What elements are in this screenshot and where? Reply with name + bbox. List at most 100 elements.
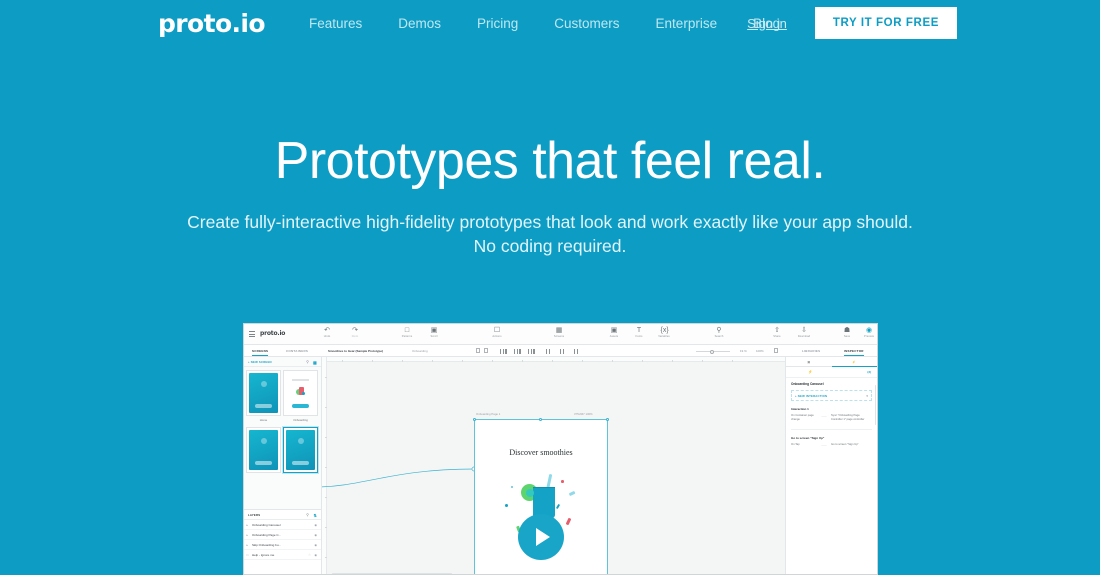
- inspector-tab-interactions[interactable]: ⚡: [831, 357, 878, 367]
- device-frame[interactable]: Discover smoothies: [473, 418, 609, 574]
- square-icon: □: [246, 553, 249, 557]
- screen-thumb-3[interactable]: [246, 427, 281, 478]
- horizontal-ruler: [322, 357, 785, 362]
- nav-item-features[interactable]: Features: [309, 16, 362, 31]
- chevron-right-icon[interactable]: ▸: [247, 543, 249, 547]
- layer-label: Skip Onboarding bu...: [252, 543, 282, 547]
- eye-icon[interactable]: ◉: [314, 543, 317, 547]
- interaction-trigger: On Tap: [791, 442, 800, 446]
- inspector-title: Onboarding Carousel: [791, 382, 824, 386]
- nav-item-demos[interactable]: Demos: [398, 16, 441, 31]
- toolbar-patterns[interactable]: □ Patterns: [392, 327, 422, 338]
- align-right-icon[interactable]: [528, 348, 535, 354]
- chevron-right-icon[interactable]: ▸: [247, 533, 249, 537]
- toolbar-patterns-label: Patterns: [401, 335, 413, 338]
- inspector-scrollbar[interactable]: [874, 385, 876, 425]
- eye-icon[interactable]: ◉: [314, 533, 317, 537]
- menu-icon[interactable]: [249, 331, 255, 339]
- screen-thumb-4[interactable]: [283, 427, 318, 478]
- inspector-tabs: ▣ ⚡: [786, 357, 877, 367]
- new-screen-label: + NEW SCREEN: [248, 360, 272, 364]
- chevron-right-icon[interactable]: ▸: [247, 523, 249, 527]
- zoom-fit-label[interactable]: Fit %: [740, 349, 747, 353]
- screen-preview: [249, 373, 278, 413]
- toolbar-variables[interactable]: {x} Variables: [649, 327, 679, 338]
- transform-icon[interactable]: [476, 348, 480, 353]
- vertical-ruler: [322, 357, 327, 574]
- arrow-icon: ——: [821, 415, 827, 418]
- resize-handle-tc[interactable]: [539, 418, 542, 421]
- zoom-slider[interactable]: [696, 349, 730, 354]
- layer-item[interactable]: □ Help - Ignore me ☉ ◉: [244, 550, 321, 560]
- search-icon[interactable]: ⚲: [306, 360, 309, 364]
- proto-io-logo[interactable]: proto.io: [158, 11, 266, 36]
- tab-libraries[interactable]: LIBRARIES: [802, 349, 820, 353]
- interaction-action: Go to screen "Sign Up": [831, 442, 859, 446]
- grid-view-icon[interactable]: ▦: [313, 360, 317, 365]
- screen-thumb-onboarding[interactable]: Onboarding: [283, 370, 318, 425]
- nav-item-enterprise[interactable]: Enterprise: [656, 16, 718, 31]
- actions-icon: ☐: [493, 327, 501, 334]
- distribute-even-icon[interactable]: [574, 348, 578, 354]
- editor-canvas[interactable]: Onboarding Page 1 375x667 100% Discover …: [322, 357, 785, 574]
- inspector-tab-style[interactable]: ▣: [786, 357, 832, 366]
- canvas-scrollbar[interactable]: [332, 572, 452, 574]
- toolbar-download-label: Download: [797, 335, 811, 338]
- zoom-level-label[interactable]: 100%: [756, 349, 764, 353]
- new-screen-button[interactable]: + NEW SCREEN ⚲ ▦: [244, 357, 321, 367]
- eye-icon[interactable]: ◉: [314, 523, 317, 527]
- patterns-icon: □: [404, 327, 410, 334]
- eye-icon[interactable]: ◉: [314, 553, 317, 557]
- layer-item[interactable]: ▸ Onboarding Page C... ◉: [244, 530, 321, 540]
- sort-icon[interactable]: ⇅: [313, 513, 317, 518]
- toolbar-preview[interactable]: ◉ Preview: [854, 327, 877, 338]
- new-interaction-button[interactable]: + NEW INTERACTION ▾: [791, 390, 872, 401]
- layers-header: LAYERS ⚲ ⇅: [244, 510, 321, 520]
- toolbar-variables-label: Variables: [658, 335, 670, 338]
- lime-inner-shape: [526, 489, 534, 497]
- toolbar-actions-label: Actions: [492, 335, 502, 338]
- zoom-slider-knob[interactable]: [710, 349, 714, 354]
- toolbar-redo[interactable]: ↷ Redo: [340, 327, 370, 338]
- toolbar-screens[interactable]: ▦ Screens: [544, 327, 574, 338]
- tab-screens[interactable]: SCREENS: [252, 349, 269, 356]
- zoom-reset-icon[interactable]: [774, 348, 778, 353]
- resize-handle-tr[interactable]: [606, 418, 609, 421]
- undo-icon: ↶: [324, 327, 330, 334]
- chevron-down-icon[interactable]: ▾: [866, 394, 868, 398]
- site-header: proto.io Features Demos Pricing Customer…: [0, 0, 1100, 46]
- align-left-icon[interactable]: [500, 348, 507, 354]
- toolbar-search[interactable]: ⚲ Search: [704, 327, 734, 338]
- new-interaction-label: + NEW INTERACTION: [795, 393, 828, 398]
- interaction-section-title: Interaction 1: [791, 407, 809, 411]
- interaction-row[interactable]: On Container page change —— Sync "Onboar…: [786, 411, 877, 422]
- toolbar-actions[interactable]: ☐ Actions: [482, 327, 512, 338]
- flip-icon[interactable]: [484, 348, 488, 353]
- project-name: Smoothies to Gear (Sample Prototype): [328, 349, 384, 353]
- resize-handle-tl[interactable]: [473, 418, 476, 421]
- nav-item-customers[interactable]: Customers: [554, 16, 619, 31]
- try-it-for-free-button[interactable]: TRY IT FOR FREE: [814, 7, 957, 39]
- lock-icon[interactable]: ☉: [308, 553, 311, 557]
- screen-thumb-home[interactable]: Home: [246, 370, 281, 425]
- play-button[interactable]: [518, 514, 564, 560]
- screen-preview: [249, 430, 278, 470]
- interaction-count-badge: (3): [867, 369, 871, 374]
- save-icon: ☗: [843, 327, 851, 334]
- sign-in-link[interactable]: Sign in: [747, 16, 787, 31]
- fonts-icon: T: [636, 327, 642, 334]
- layer-item[interactable]: ▸ Skip Onboarding bu... ◉: [244, 540, 321, 550]
- tab-inspector[interactable]: INSPECTOR: [844, 349, 864, 356]
- toolbar-undo[interactable]: ↶ Undo: [312, 327, 342, 338]
- align-center-icon[interactable]: [514, 348, 521, 354]
- search-icon[interactable]: ⚲: [306, 513, 309, 517]
- layer-item[interactable]: ▸ Onboarding Carousel ◉: [244, 520, 321, 530]
- nav-item-pricing[interactable]: Pricing: [477, 16, 518, 31]
- tab-containers[interactable]: CONTAINERS: [286, 349, 308, 353]
- toolbar-scroll[interactable]: ▣ Scroll: [419, 327, 449, 338]
- distribute-v-icon[interactable]: [560, 348, 564, 354]
- interaction-row[interactable]: On Tap —— Go to screen "Sign Up": [786, 440, 877, 448]
- toolbar-share[interactable]: ⇧ Share: [762, 327, 792, 338]
- distribute-h-icon[interactable]: [546, 348, 550, 354]
- toolbar-download[interactable]: ⇩ Download: [789, 327, 819, 338]
